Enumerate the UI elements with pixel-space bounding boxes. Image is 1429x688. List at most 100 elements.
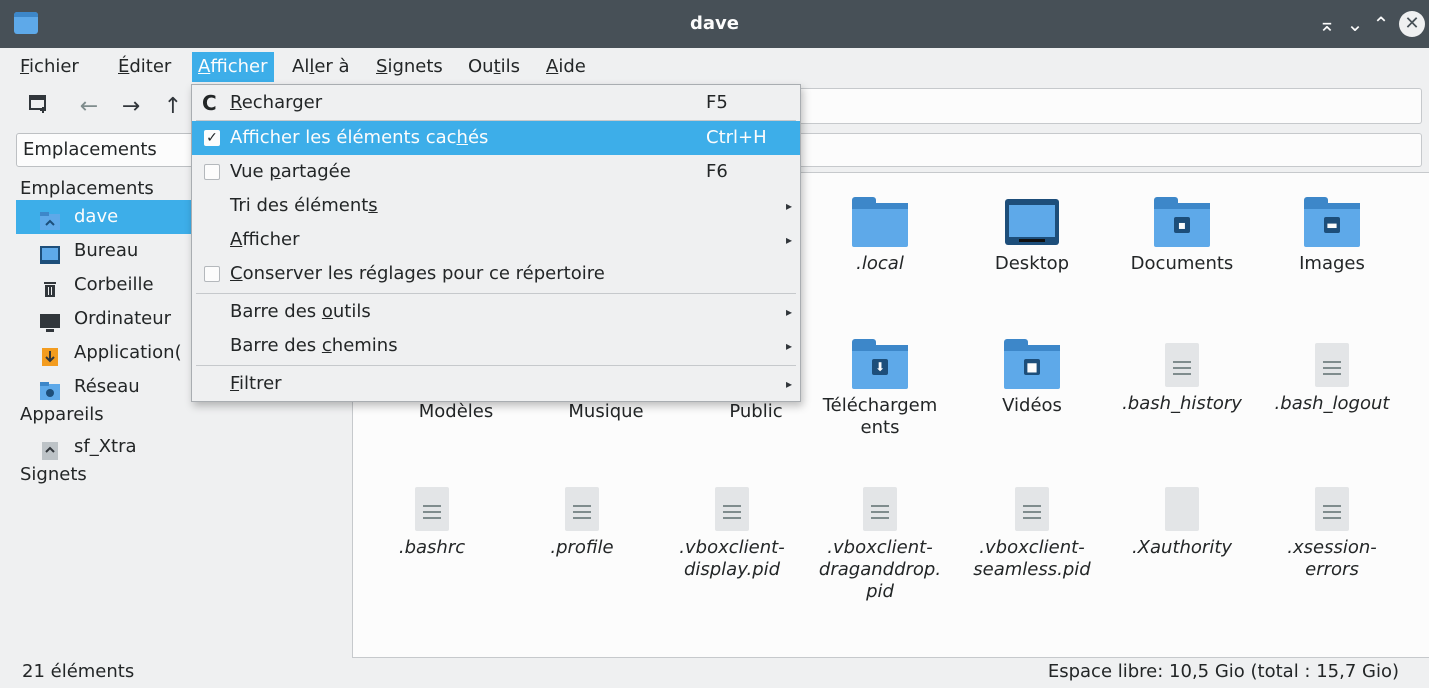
maximize-icon[interactable]: ⌃ [1368, 10, 1394, 38]
menu-aller-a[interactable]: Aller à [286, 52, 356, 82]
trash-icon [40, 276, 60, 297]
sidebar-item-dave[interactable]: dave [16, 200, 216, 234]
forward-icon: → [121, 94, 141, 119]
text-file-icon [1315, 343, 1349, 387]
folder-icon [852, 197, 908, 247]
menu-item-split-view[interactable]: Vue partagée F6 [192, 155, 800, 189]
applications-icon [40, 344, 60, 366]
file-item[interactable]: .vboxclient-display.pid [657, 483, 807, 581]
menu-item-sort[interactable]: Tri des éléments ▸ [192, 189, 800, 223]
menu-editer[interactable]: Éditer [112, 52, 177, 82]
window-title: dave [690, 13, 739, 34]
file-name: Desktop [994, 253, 1070, 274]
sidebar-item-label: Ordinateur [74, 308, 172, 329]
file-item[interactable]: .bashrc [357, 483, 507, 559]
file-name: Téléchargem ents [822, 395, 938, 438]
menu-item-toolbar[interactable]: Barre des outils ▸ [192, 295, 800, 329]
shortcut-label: Ctrl+H [706, 127, 767, 148]
file-item[interactable]: .Xauthority [1107, 483, 1257, 559]
drive-icon [40, 438, 60, 460]
close-icon[interactable]: ✕ [1399, 11, 1425, 37]
desktop-folder-icon [1005, 199, 1059, 245]
sidebar-item-label: sf_Xtra [74, 436, 137, 457]
menu-item-view-mode[interactable]: Afficher ▸ [192, 223, 800, 257]
menu-fichier[interactable]: Fichier [14, 52, 85, 82]
file-name: .bashrc [398, 537, 466, 558]
sidebar-item-label: Réseau [74, 376, 140, 397]
menu-item-pathbar[interactable]: Barre des chemins ▸ [192, 329, 800, 363]
blank-file-icon [1165, 487, 1199, 531]
sidebar-item-sf-xtra[interactable]: sf_Xtra [16, 430, 216, 464]
text-file-icon [1165, 343, 1199, 387]
file-item[interactable]: ⬇ Téléchargem ents [805, 339, 955, 439]
sidebar-item-ordinateur[interactable]: Ordinateur [16, 302, 216, 336]
minimize-icon[interactable]: ⌄ [1342, 10, 1368, 38]
file-item[interactable]: .local [805, 197, 955, 275]
submenu-arrow-icon: ▸ [785, 233, 792, 247]
file-item[interactable]: Desktop [957, 197, 1107, 275]
filter-strip[interactable] [796, 133, 1422, 167]
file-item[interactable]: .vboxclient-draganddrop. pid [805, 483, 955, 603]
file-item[interactable]: .bash_logout [1257, 339, 1407, 415]
text-file-icon [715, 487, 749, 531]
checkbox-checked-icon: ✓ [204, 130, 220, 146]
file-name: .vboxclient-draganddrop. pid [818, 537, 942, 602]
network-folder-icon [40, 378, 60, 400]
sidebar-header-devices: Appareils [20, 404, 104, 425]
text-file-icon [1015, 487, 1049, 531]
file-name: .xsession-errors [1287, 537, 1377, 580]
text-file-icon [1315, 487, 1349, 531]
places-combo[interactable]: Emplacements [16, 133, 196, 167]
menu-item-show-hidden[interactable]: ✓ Afficher les éléments cachés Ctrl+H [192, 121, 800, 155]
menu-item-recharger[interactable]: C Recharger F5 [192, 86, 800, 120]
free-space: Espace libre: 10,5 Gio (total : 15,7 Gio… [1047, 661, 1399, 682]
file-item[interactable]: ▪ Documents [1107, 197, 1257, 275]
file-name: .Xauthority [1131, 537, 1233, 558]
back-button[interactable]: ← [74, 92, 104, 122]
documents-folder-icon: ▪ [1154, 197, 1210, 247]
text-file-icon [863, 487, 897, 531]
menu-outils[interactable]: Outils [462, 52, 526, 82]
file-name: .bash_logout [1274, 393, 1390, 414]
text-file-icon [415, 487, 449, 531]
sidebar-item-bureau[interactable]: Bureau [16, 234, 216, 268]
item-count: 21 éléments [22, 661, 135, 682]
shortcut-label: F5 [706, 92, 728, 113]
up-icon: ↑ [163, 94, 183, 119]
menu-signets[interactable]: Signets [370, 52, 449, 82]
new-tab-button[interactable] [24, 92, 54, 122]
status-bar: 21 éléments Espace libre: 10,5 Gio (tota… [0, 656, 1429, 688]
sidebar-item-applications[interactable]: Application( [16, 336, 216, 370]
file-name: Documents [1130, 253, 1234, 274]
checkbox-icon [204, 266, 220, 282]
videos-folder-icon: ■ [1004, 339, 1060, 389]
menu-item-filter[interactable]: Filtrer ▸ [192, 367, 800, 401]
sidebar-item-reseau[interactable]: Réseau [16, 370, 216, 404]
forward-button[interactable]: → [116, 92, 146, 122]
keep-above-icon[interactable]: ⌅ [1314, 10, 1340, 38]
up-button[interactable]: ↑ [158, 92, 188, 122]
menu-aide[interactable]: Aide [540, 52, 592, 82]
text-file-icon [565, 487, 599, 531]
file-item[interactable]: .xsession-errors [1257, 483, 1407, 581]
sidebar-item-corbeille[interactable]: Corbeille [16, 268, 216, 302]
menu-afficher[interactable]: Afficher [192, 52, 274, 82]
submenu-arrow-icon: ▸ [785, 305, 792, 319]
home-folder-icon [40, 208, 60, 230]
sidebar-header-bookmarks: Signets [20, 464, 87, 485]
file-item[interactable]: .vboxclient-seamless.pid [957, 483, 1107, 581]
path-bar[interactable] [796, 88, 1422, 124]
menu-item-keep-settings[interactable]: Conserver les réglages pour ce répertoir… [192, 257, 800, 291]
file-item[interactable]: ▬ Images [1257, 197, 1407, 275]
file-item[interactable]: .bash_history [1107, 339, 1257, 415]
file-item[interactable]: ■ Vidéos [957, 339, 1107, 417]
file-name: .bash_history [1122, 393, 1242, 414]
file-item[interactable]: .profile [507, 483, 657, 559]
file-name: .profile [550, 537, 614, 558]
pictures-folder-icon: ▬ [1304, 197, 1360, 247]
sidebar-item-label: dave [74, 206, 119, 227]
file-name: .local [856, 253, 904, 274]
file-name: .vboxclient-seamless.pid [973, 537, 1091, 580]
reload-icon: C [202, 91, 217, 115]
downloads-folder-icon: ⬇ [852, 339, 908, 389]
